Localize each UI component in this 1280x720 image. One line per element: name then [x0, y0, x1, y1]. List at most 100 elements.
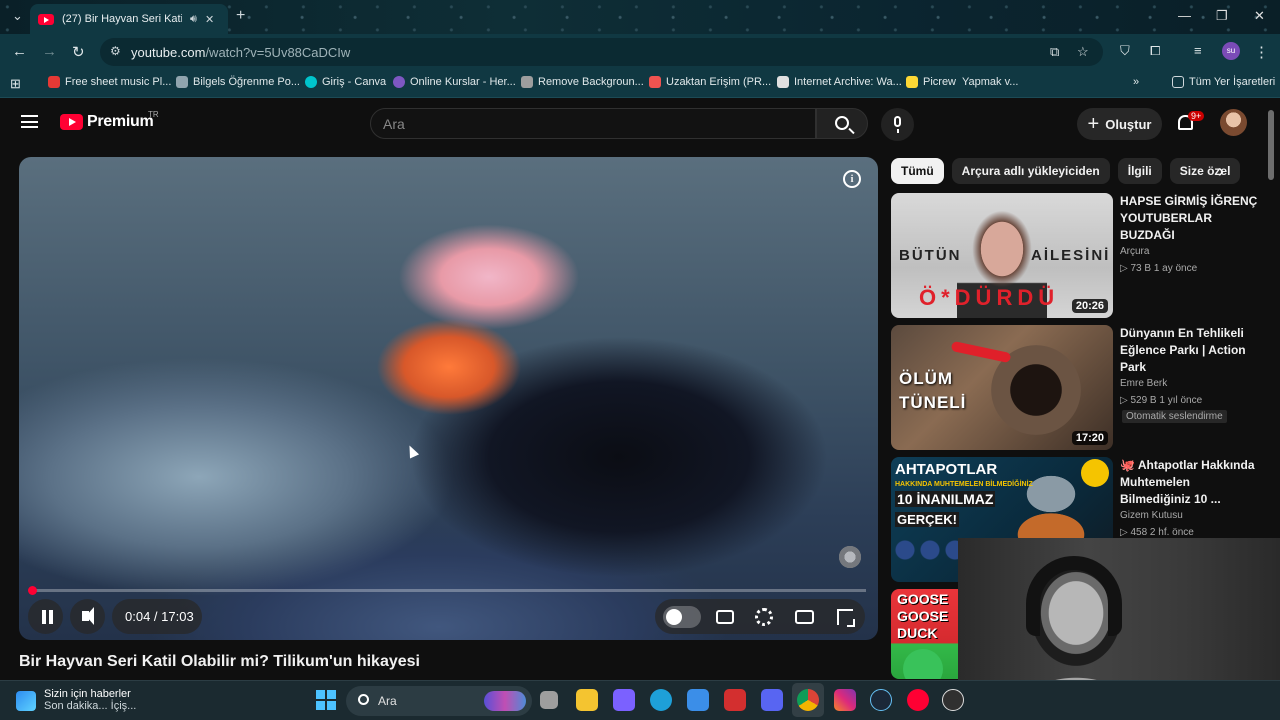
- recommendation-item[interactable]: BÜTÜN AİLESİNİ Ö*DÜRDÜ 20:26 HAPSE GİRMİ…: [891, 193, 1261, 319]
- mute-button[interactable]: [70, 599, 105, 634]
- recommendation-title[interactable]: 🐙 Ahtapotlar Hakkında Muhtemelen Bilmedi…: [1120, 457, 1260, 508]
- channel-name[interactable]: Gizem Kutusu: [1120, 510, 1183, 521]
- bookmark-item[interactable]: Internet Archive: Wa...: [777, 76, 902, 88]
- youtube-premium-logo[interactable]: Premium: [60, 113, 154, 131]
- arrow-icon: [950, 340, 1012, 364]
- auto-dub-badge: Otomatik seslendirme: [1122, 410, 1227, 423]
- back-icon[interactable]: ←: [12, 43, 27, 60]
- forward-icon[interactable]: →: [42, 43, 57, 60]
- bookmark-item[interactable]: Bilgels Öğrenme Po...: [176, 76, 300, 88]
- video-thumbnail[interactable]: ÖLÜM TÜNELİ 17:20: [891, 325, 1113, 450]
- chip-all[interactable]: Tümü: [891, 158, 944, 184]
- copilot-icon[interactable]: [613, 689, 635, 711]
- video-meta: ▷ 458 2 hf. önce: [1120, 527, 1194, 538]
- reload-icon[interactable]: ↻: [72, 43, 85, 61]
- logo-text: Premium: [87, 113, 154, 130]
- bookmark-item[interactable]: Giriş - Canva: [305, 76, 386, 88]
- edge-icon[interactable]: [650, 689, 672, 711]
- instagram-icon[interactable]: [834, 689, 856, 711]
- close-tab-icon[interactable]: ✕: [205, 13, 214, 26]
- menu-icon[interactable]: ⋮: [1254, 43, 1269, 61]
- bookmark-star-icon[interactable]: ☆: [1077, 44, 1089, 60]
- profile-avatar[interactable]: su: [1222, 42, 1240, 60]
- store-icon[interactable]: [687, 689, 709, 711]
- all-bookmarks[interactable]: Tüm Yer İşaretleri: [1172, 76, 1275, 88]
- taskbar-search[interactable]: Ara: [346, 686, 532, 716]
- news-title: Sizin için haberler: [44, 688, 131, 700]
- windows-start-icon[interactable]: [316, 690, 336, 710]
- subtitles-icon[interactable]: [716, 610, 734, 624]
- plus-icon: +: [1087, 113, 1100, 135]
- discord-icon[interactable]: [761, 689, 783, 711]
- bookmark-item[interactable]: Yapmak v...: [962, 76, 1018, 88]
- youtube-music-icon[interactable]: [907, 689, 929, 711]
- shield-icon[interactable]: ⛉: [1120, 43, 1130, 59]
- bookmark-item[interactable]: Online Kurslar - Her...: [393, 76, 516, 88]
- webcam-person: [1026, 556, 1122, 636]
- chevron-right-icon[interactable]: ›: [1218, 161, 1224, 182]
- settings-gear-icon[interactable]: [755, 608, 773, 626]
- obs-icon[interactable]: [942, 689, 964, 711]
- chip-related[interactable]: İlgili: [1117, 158, 1162, 184]
- bookmark-item[interactable]: Remove Backgroun...: [521, 76, 644, 88]
- account-avatar[interactable]: [1220, 109, 1247, 136]
- bookmark-item[interactable]: Uzaktan Erişim (PR...: [649, 76, 771, 88]
- chrome-icon[interactable]: [797, 689, 819, 711]
- video-thumbnail[interactable]: BÜTÜN AİLESİNİ Ö*DÜRDÜ 20:26: [891, 193, 1113, 318]
- apps-grid-icon[interactable]: ⊞: [10, 76, 21, 92]
- more-bookmarks-icon[interactable]: »: [1133, 76, 1139, 88]
- create-button[interactable]: + Oluştur: [1077, 108, 1162, 140]
- bookmark-favicon-icon: [521, 76, 533, 88]
- channel-name[interactable]: Arçura: [1120, 246, 1149, 257]
- recommendation-title[interactable]: HAPSE GİRMİŞ İĞRENÇ YOUTUBERLAR BUZDAĞI: [1120, 193, 1260, 244]
- speaker-icon[interactable]: 🔊︎: [190, 13, 197, 26]
- thumbnail-text: Ö*DÜRDÜ: [919, 285, 1060, 310]
- chip-from-uploader[interactable]: Arçura adlı yükleyiciden: [951, 158, 1110, 184]
- minimize-icon[interactable]: —: [1178, 8, 1191, 23]
- voice-search-button[interactable]: [881, 108, 914, 141]
- bookmark-item[interactable]: Free sheet music Pl...: [48, 76, 171, 88]
- progress-scrubber[interactable]: [28, 586, 37, 595]
- fullscreen-icon[interactable]: [837, 609, 855, 627]
- recommendation-item[interactable]: ÖLÜM TÜNELİ 17:20 Dünyanın En Tehlikeli …: [891, 325, 1261, 451]
- time-display: 0:04 / 17:03: [112, 599, 202, 634]
- progress-bar[interactable]: [31, 589, 866, 592]
- media-controls-icon[interactable]: ≡: [1194, 43, 1202, 58]
- thumbnail-text: BÜTÜN: [899, 247, 962, 264]
- info-icon[interactable]: i: [843, 170, 861, 188]
- site-info-icon[interactable]: ⚙︎: [110, 44, 121, 58]
- steam-icon[interactable]: [870, 689, 892, 711]
- time-text: 0:04 / 17:03: [125, 609, 194, 624]
- restore-icon[interactable]: ❐: [1216, 8, 1228, 24]
- file-explorer-icon[interactable]: [576, 689, 598, 711]
- tab-title: (27) Bir Hayvan Seri Katil Ol: [62, 13, 182, 25]
- recommendation-title[interactable]: Dünyanın En Tehlikeli Eğlence Parkı | Ac…: [1120, 325, 1260, 376]
- theater-mode-icon[interactable]: [795, 610, 814, 624]
- hamburger-menu-icon[interactable]: [21, 115, 38, 128]
- bookmark-favicon-icon: [777, 76, 789, 88]
- channel-name[interactable]: Emre Berk: [1120, 378, 1167, 389]
- browser-tab[interactable]: (27) Bir Hayvan Seri Katil Ol 🔊︎ ✕: [30, 4, 228, 34]
- video-player[interactable]: i 0:04 / 17:03: [19, 157, 878, 640]
- autoplay-toggle[interactable]: [663, 606, 701, 628]
- new-tab-icon[interactable]: +: [236, 7, 245, 25]
- search-button[interactable]: [816, 108, 868, 139]
- cast-icon[interactable]: ⧉: [1050, 44, 1059, 60]
- news-widget[interactable]: Sizin için haberler Son dakika... İçiş..…: [16, 688, 136, 712]
- chip-for-you[interactable]: Size özel: [1169, 158, 1241, 184]
- channel-watermark-icon[interactable]: [837, 544, 863, 570]
- bookmark-favicon-icon: [906, 76, 918, 88]
- thumbnail-text: AİLESİNİ: [1031, 247, 1111, 264]
- search-box[interactable]: [370, 108, 816, 139]
- search-input[interactable]: [383, 116, 803, 132]
- address-bar[interactable]: ⚙︎ youtube.com/watch?v=5Uv88CaDCIw ⧉ ☆: [100, 38, 1103, 66]
- tab-search-icon[interactable]: ⌄: [12, 8, 23, 24]
- page-scrollbar[interactable]: [1268, 110, 1274, 180]
- extensions-icon[interactable]: ⧠: [1150, 43, 1160, 59]
- pause-button[interactable]: [28, 599, 63, 634]
- task-view-icon[interactable]: [540, 691, 558, 709]
- close-window-icon[interactable]: ✕: [1254, 8, 1265, 24]
- bookmark-item[interactable]: Picrew: [906, 76, 956, 88]
- l-app-icon[interactable]: [724, 689, 746, 711]
- url-text[interactable]: youtube.com/watch?v=5Uv88CaDCIw: [131, 45, 350, 60]
